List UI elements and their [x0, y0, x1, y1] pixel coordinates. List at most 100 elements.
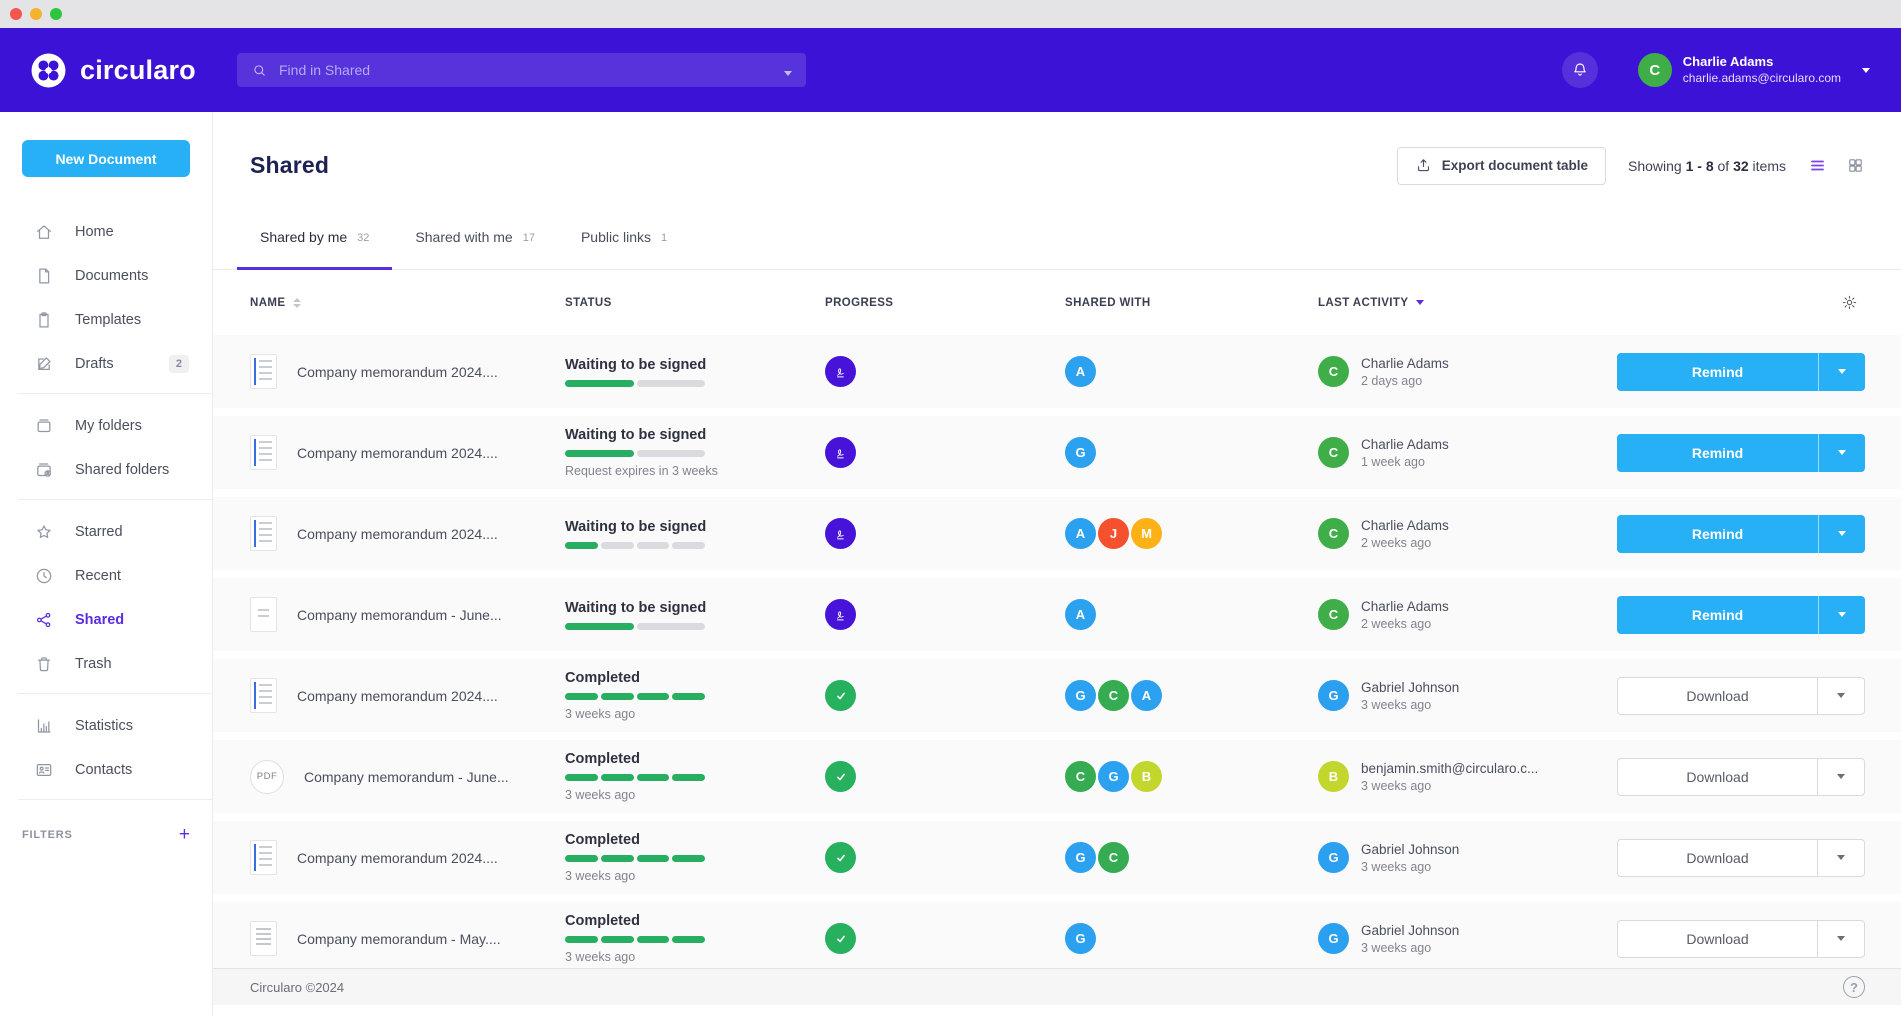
- download-button[interactable]: Download: [1617, 920, 1865, 958]
- column-header-last-activity[interactable]: LAST ACTIVITY: [1318, 297, 1617, 309]
- remind-button[interactable]: Remind: [1617, 353, 1865, 391]
- action-options-caret[interactable]: [1818, 596, 1865, 634]
- sidebar-item-starred[interactable]: Starred: [0, 510, 212, 554]
- grid-view-button[interactable]: [1846, 156, 1865, 175]
- close-window-button[interactable]: [10, 8, 22, 20]
- shared-avatar[interactable]: A: [1065, 599, 1096, 630]
- user-menu[interactable]: C Charlie Adams charlie.adams@circularo.…: [1638, 53, 1870, 87]
- document-name[interactable]: Company memorandum 2024....: [297, 364, 498, 380]
- remind-button[interactable]: Remind: [1617, 596, 1865, 634]
- progress-segment: [565, 936, 598, 943]
- last-activity-avatar[interactable]: C: [1318, 518, 1349, 549]
- document-row: Company memorandum 2024.... Waiting to b…: [213, 416, 1901, 489]
- global-search[interactable]: [237, 53, 806, 87]
- tab-public-links[interactable]: Public links 1: [558, 205, 690, 269]
- tab-shared-by-me[interactable]: Shared by me 32: [237, 205, 392, 269]
- share-icon: [34, 610, 54, 630]
- document-thumbnail-icon: PDF: [250, 760, 284, 794]
- document-name[interactable]: Company memorandum - June...: [297, 607, 502, 623]
- action-options-caret[interactable]: [1818, 434, 1865, 472]
- action-options-caret[interactable]: [1817, 678, 1864, 714]
- last-activity-avatar[interactable]: G: [1318, 923, 1349, 954]
- document-row: Company memorandum 2024.... Completed 3 …: [213, 821, 1901, 894]
- last-activity-avatar[interactable]: G: [1318, 680, 1349, 711]
- column-header-name[interactable]: NAME: [250, 297, 565, 309]
- sidebar-item-shared[interactable]: Shared: [0, 598, 212, 642]
- shared-avatar[interactable]: A: [1131, 680, 1162, 711]
- export-document-table-button[interactable]: Export document table: [1397, 147, 1606, 185]
- shared-avatar[interactable]: C: [1098, 842, 1129, 873]
- shared-avatar[interactable]: G: [1065, 923, 1096, 954]
- search-input[interactable]: [279, 62, 769, 78]
- sidebar-item-recent[interactable]: Recent: [0, 554, 212, 598]
- status-text: Waiting to be signed: [565, 357, 785, 373]
- action-options-caret[interactable]: [1818, 353, 1865, 391]
- sort-toggle-icon[interactable]: [293, 298, 301, 308]
- search-icon: [251, 62, 268, 79]
- user-avatar[interactable]: C: [1638, 53, 1672, 87]
- help-button[interactable]: ?: [1843, 976, 1865, 998]
- brand-logo[interactable]: circularo: [30, 52, 196, 89]
- last-activity-time: 2 weeks ago: [1361, 617, 1449, 631]
- sidebar-item-shared-folders[interactable]: Shared folders: [0, 448, 212, 492]
- list-view-button[interactable]: [1808, 156, 1827, 175]
- minimize-window-button[interactable]: [30, 8, 42, 20]
- notifications-button[interactable]: [1562, 52, 1598, 88]
- sidebar-item-documents[interactable]: Documents: [0, 254, 212, 298]
- download-button[interactable]: Download: [1617, 677, 1865, 715]
- last-activity-avatar[interactable]: G: [1318, 842, 1349, 873]
- document-name[interactable]: Company memorandum 2024....: [297, 688, 498, 704]
- last-activity-avatar[interactable]: C: [1318, 356, 1349, 387]
- shared-avatar[interactable]: J: [1098, 518, 1129, 549]
- shared-avatar[interactable]: B: [1131, 761, 1162, 792]
- table-settings-button[interactable]: [1840, 293, 1859, 312]
- shared-avatar[interactable]: C: [1098, 680, 1129, 711]
- document-name[interactable]: Company memorandum - June...: [304, 769, 509, 785]
- sidebar-item-my-folders[interactable]: My folders: [0, 404, 212, 448]
- action-options-caret[interactable]: [1817, 840, 1864, 876]
- shared-avatar[interactable]: A: [1065, 356, 1096, 387]
- last-activity-name: Charlie Adams: [1361, 518, 1449, 533]
- user-menu-caret-icon[interactable]: [1862, 68, 1870, 73]
- last-activity-name: Gabriel Johnson: [1361, 842, 1459, 857]
- shared-avatar[interactable]: G: [1065, 680, 1096, 711]
- check-icon: [833, 688, 849, 704]
- last-activity-avatar[interactable]: C: [1318, 599, 1349, 630]
- shared-avatar[interactable]: M: [1131, 518, 1162, 549]
- document-name[interactable]: Company memorandum 2024....: [297, 850, 498, 866]
- maximize-window-button[interactable]: [50, 8, 62, 20]
- column-header-status[interactable]: STATUS: [565, 297, 825, 309]
- action-options-caret[interactable]: [1818, 515, 1865, 553]
- shared-avatar[interactable]: A: [1065, 518, 1096, 549]
- remind-button[interactable]: Remind: [1617, 434, 1865, 472]
- action-options-caret[interactable]: [1817, 921, 1864, 957]
- remind-button[interactable]: Remind: [1617, 515, 1865, 553]
- shared-with-avatars: A: [1065, 599, 1318, 630]
- sidebar-item-home[interactable]: Home: [0, 210, 212, 254]
- sidebar-item-drafts[interactable]: Drafts 2: [0, 342, 212, 386]
- sort-desc-icon[interactable]: [1416, 300, 1424, 305]
- column-header-progress[interactable]: PROGRESS: [825, 297, 1065, 309]
- document-name[interactable]: Company memorandum - May....: [297, 931, 501, 947]
- status-text: Completed: [565, 751, 785, 767]
- search-scope-caret-icon[interactable]: [780, 59, 792, 81]
- last-activity-avatar[interactable]: C: [1318, 437, 1349, 468]
- shared-avatar[interactable]: G: [1065, 842, 1096, 873]
- download-button[interactable]: Download: [1617, 839, 1865, 877]
- sidebar-item-statistics[interactable]: Statistics: [0, 704, 212, 748]
- shared-avatar[interactable]: G: [1065, 437, 1096, 468]
- sidebar-item-templates[interactable]: Templates: [0, 298, 212, 342]
- document-name[interactable]: Company memorandum 2024....: [297, 445, 498, 461]
- tab-shared-with-me[interactable]: Shared with me 17: [392, 205, 558, 269]
- last-activity-avatar[interactable]: B: [1318, 761, 1349, 792]
- shared-avatar[interactable]: G: [1098, 761, 1129, 792]
- sidebar-item-contacts[interactable]: Contacts: [0, 748, 212, 792]
- new-document-button[interactable]: New Document: [22, 140, 190, 177]
- shared-avatar[interactable]: C: [1065, 761, 1096, 792]
- column-header-shared-with[interactable]: SHARED WITH: [1065, 297, 1318, 309]
- document-name[interactable]: Company memorandum 2024....: [297, 526, 498, 542]
- action-options-caret[interactable]: [1817, 759, 1864, 795]
- sidebar-item-trash[interactable]: Trash: [0, 642, 212, 686]
- add-filter-button[interactable]: +: [179, 825, 190, 844]
- download-button[interactable]: Download: [1617, 758, 1865, 796]
